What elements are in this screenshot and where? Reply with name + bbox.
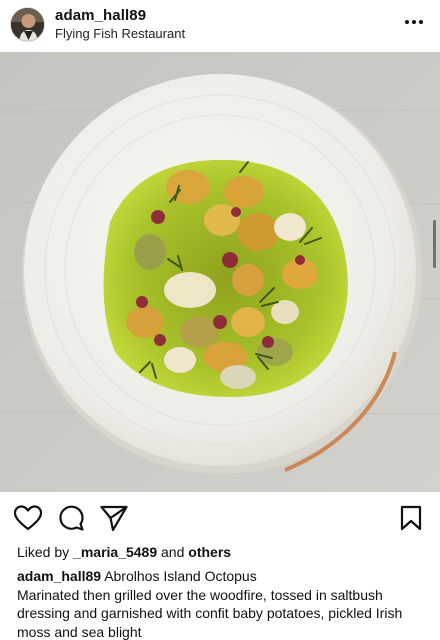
post-location[interactable]: Flying Fish Restaurant: [55, 26, 185, 41]
post-image[interactable]: [0, 52, 440, 492]
caption-title: Abrolhos Island Octopus: [104, 568, 257, 584]
likes-summary: Liked by _maria_5489 and others: [17, 544, 231, 560]
likes-and: and: [161, 544, 185, 560]
post-actions: [0, 500, 440, 536]
scrollbar-indicator: [433, 220, 436, 268]
post-header: adam_hall89 Flying Fish Restaurant: [0, 0, 440, 50]
liked-by-user[interactable]: _maria_5489: [73, 544, 157, 560]
avatar-image: [11, 8, 44, 41]
caption-body: Marinated then grilled over the woodfire…: [17, 586, 403, 640]
bookmark-icon[interactable]: [396, 504, 426, 532]
paper-plane-icon[interactable]: [99, 504, 129, 532]
avatar[interactable]: [10, 7, 45, 42]
more-options-icon[interactable]: [402, 12, 426, 32]
comment-bubble-icon[interactable]: [56, 504, 86, 532]
likes-prefix: Liked by: [17, 544, 70, 560]
caption-username[interactable]: adam_hall89: [17, 568, 101, 584]
likes-others-link[interactable]: others: [188, 544, 231, 560]
post-username[interactable]: adam_hall89: [55, 7, 146, 24]
heart-icon[interactable]: [13, 504, 43, 532]
post-caption: adam_hall89 Abrolhos Island Octopus Mari…: [17, 567, 437, 640]
